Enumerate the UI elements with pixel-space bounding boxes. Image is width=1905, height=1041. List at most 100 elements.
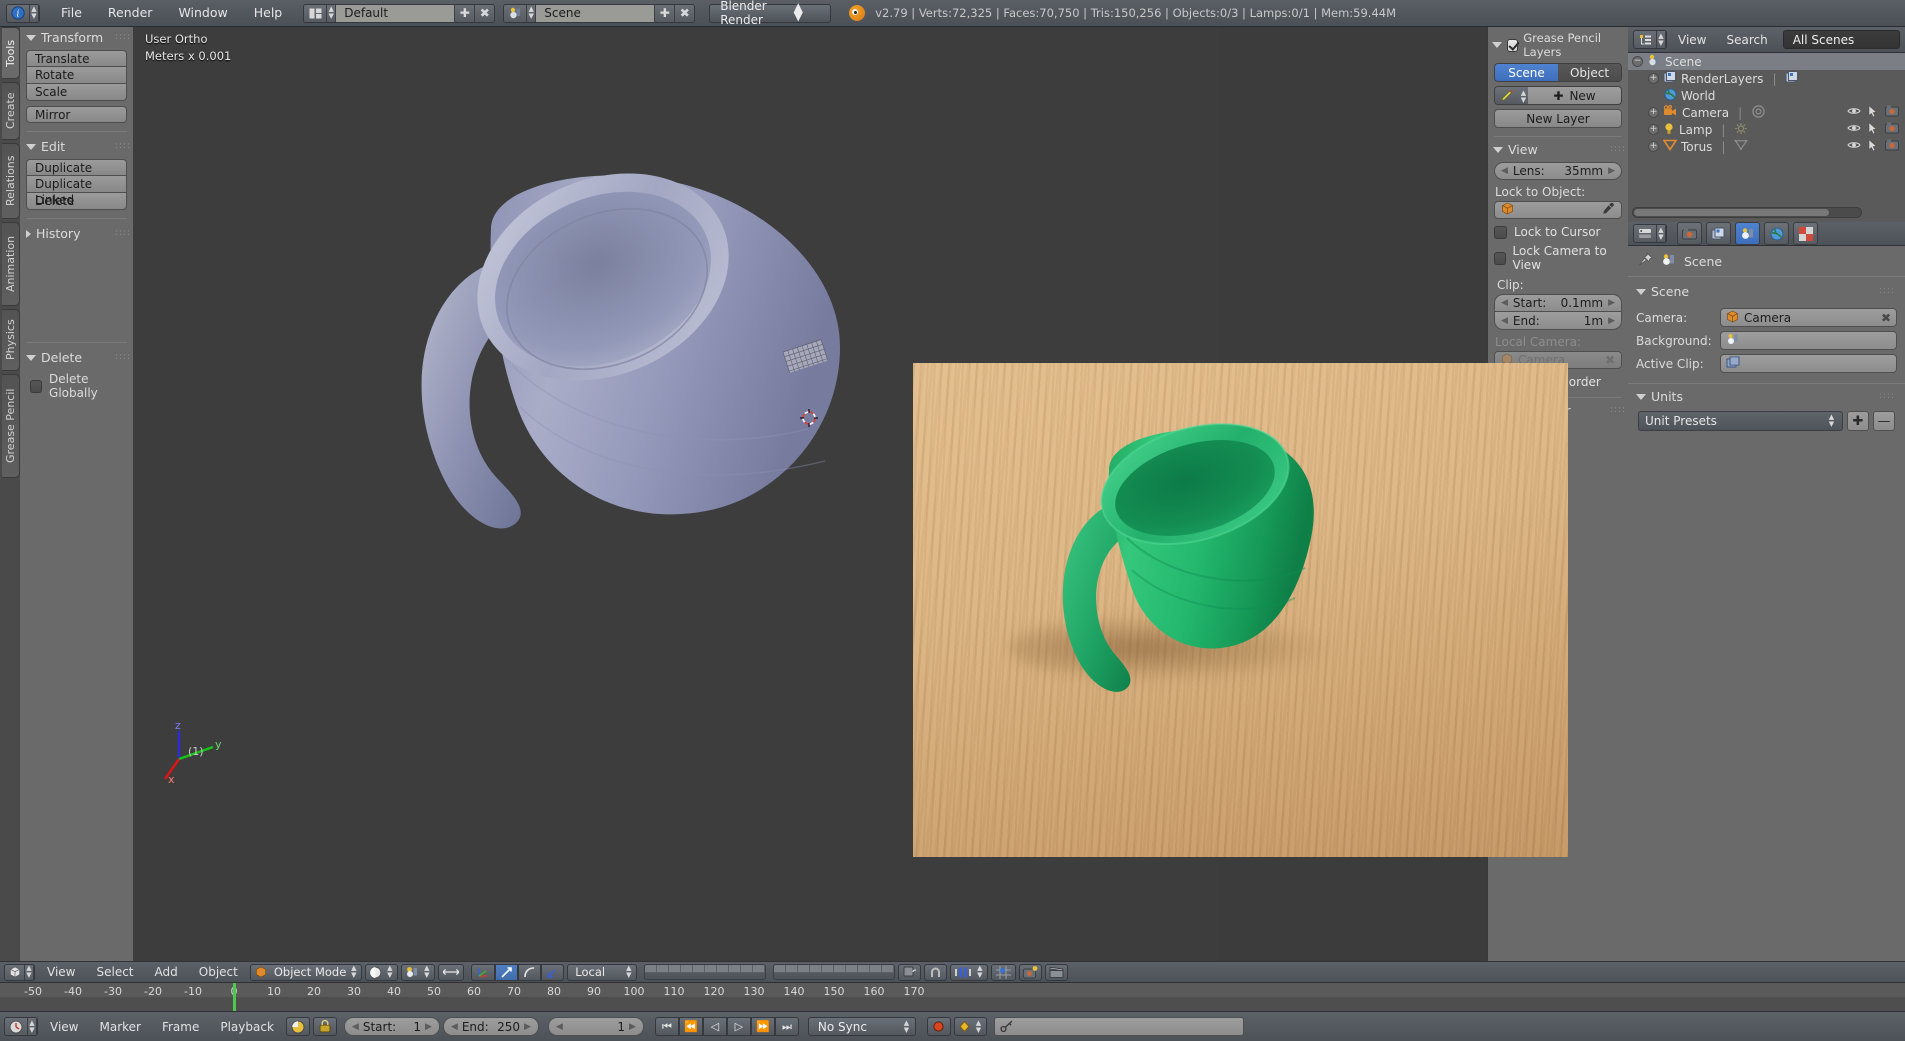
timeline-menu-view[interactable]: View: [41, 1017, 87, 1037]
chevron-updown-icon[interactable]: ▲ ▼: [1519, 87, 1528, 104]
camera-render-icon[interactable]: [1885, 139, 1899, 154]
chevron-right-icon[interactable]: ▶: [1608, 166, 1615, 176]
chevron-left-icon[interactable]: ◀: [1501, 298, 1508, 308]
lamp-data-icon[interactable]: [1734, 122, 1748, 138]
render-active-viewport-button[interactable]: [1019, 963, 1043, 981]
viewport-editor-type-selector[interactable]: ▲ ▼: [4, 963, 35, 981]
tab-animation[interactable]: Animation: [2, 222, 20, 306]
expand-icon[interactable]: +: [1648, 73, 1659, 84]
scene-name-field[interactable]: Scene: [536, 4, 655, 22]
tab-render[interactable]: [1677, 222, 1702, 245]
outliner-row-torus[interactable]: + Torus |: [1628, 138, 1905, 155]
manipulator-rotate[interactable]: [518, 963, 542, 981]
expand-icon[interactable]: +: [1648, 124, 1659, 135]
layer-grid-top[interactable]: [644, 964, 767, 980]
timeline-playhead[interactable]: [233, 983, 236, 1012]
eye-icon[interactable]: [1847, 122, 1861, 137]
tab-world[interactable]: [1764, 222, 1789, 245]
interaction-mode-selector[interactable]: Object Mode ▲ ▼: [249, 963, 363, 981]
screen-layout-selector[interactable]: ▲ ▼ Default ✚ ✖: [303, 3, 496, 23]
button-translate[interactable]: Translate: [26, 50, 127, 67]
outliner-row-world[interactable]: World: [1628, 87, 1905, 104]
snap-element-selector[interactable]: [991, 963, 1017, 981]
outliner-editor-type-selector[interactable]: ▲ ▼: [1633, 30, 1667, 49]
screen-layout-name[interactable]: Default: [336, 4, 455, 22]
menu-help[interactable]: Help: [241, 0, 296, 26]
auto-keyframe-toggle[interactable]: [926, 1017, 951, 1036]
grease-pencil-enable-checkbox[interactable]: [1507, 38, 1519, 52]
layer-grid-bottom[interactable]: [773, 964, 896, 980]
delete-screen-layout-button[interactable]: ✖: [474, 4, 495, 22]
checkbox-lock-to-cursor[interactable]: Lock to Cursor: [1494, 225, 1622, 239]
cursor-arrow-icon[interactable]: [1868, 122, 1878, 137]
camera-render-icon[interactable]: [1885, 122, 1899, 137]
render-opengl-animation-button[interactable]: [1045, 963, 1069, 981]
button-mirror[interactable]: Mirror: [26, 106, 127, 123]
outliner-row-renderlayers[interactable]: + RenderLayers |: [1628, 70, 1905, 87]
drag-grip-icon[interactable]: ::::: [1610, 145, 1626, 154]
scene-selector[interactable]: ▲ ▼ Scene ✚ ✖: [503, 3, 696, 23]
tab-relations[interactable]: Relations: [2, 143, 20, 219]
timeline-ruler[interactable]: -50 -40 -30 -20 -10 0 10 20 30 40 50 60 …: [0, 982, 1905, 1012]
background-field[interactable]: [1720, 331, 1897, 350]
outliner-scope-selector[interactable]: All Scenes: [1782, 30, 1900, 49]
frame-back-button[interactable]: ◁: [702, 1017, 727, 1036]
camera-field[interactable]: Camera ✖: [1720, 308, 1897, 327]
checkbox-lock-camera-to-view[interactable]: Lock Camera to View: [1494, 244, 1622, 272]
tab-scene[interactable]: [1735, 222, 1760, 245]
chevron-right-icon[interactable]: ▶: [1608, 298, 1615, 308]
current-frame-field[interactable]: ◀ 1 ▶: [547, 1017, 644, 1036]
viewport-menu-add[interactable]: Add: [146, 962, 187, 982]
panel-header-transform[interactable]: Transform ::::: [20, 27, 133, 48]
camera-data-icon[interactable]: [1751, 104, 1766, 121]
gp-tab-scene[interactable]: Scene: [1495, 64, 1558, 81]
outliner-row-toggles[interactable]: [1847, 139, 1905, 154]
lock-object-modes-button[interactable]: [898, 963, 922, 981]
chevron-right-icon[interactable]: ▶: [629, 1022, 636, 1032]
button-rotate[interactable]: Rotate: [26, 67, 127, 84]
button-delete[interactable]: Delete: [26, 193, 127, 210]
viewport-menu-object[interactable]: Object: [190, 962, 247, 982]
remove-unit-preset-button[interactable]: —: [1873, 411, 1895, 431]
clip-start-field[interactable]: ◀ Start: 0.1mm ▶: [1494, 294, 1622, 312]
panel-header-grease-pencil-layers[interactable]: Grease Pencil Layers: [1488, 27, 1628, 63]
panel-header-view[interactable]: View ::::: [1488, 139, 1628, 160]
proportional-edit-selector[interactable]: ▲ ▼: [950, 963, 989, 981]
outliner-row-toggles[interactable]: [1847, 122, 1905, 137]
collapse-icon[interactable]: −: [1632, 56, 1643, 67]
frame-forward-button[interactable]: ⏩: [750, 1017, 775, 1036]
keyframe-type-selector[interactable]: ▲ ▼: [953, 1017, 987, 1036]
info-editor-type-selector[interactable]: i ▲ ▼: [6, 3, 40, 23]
delete-scene-button[interactable]: ✖: [674, 4, 695, 22]
button-scale[interactable]: Scale: [26, 84, 127, 101]
chevron-left-icon[interactable]: ◀: [1501, 166, 1508, 176]
timeline-menu-frame[interactable]: Frame: [153, 1017, 208, 1037]
tab-texture[interactable]: [1793, 222, 1818, 245]
mesh-data-icon[interactable]: [1734, 139, 1749, 154]
menu-window[interactable]: Window: [165, 0, 240, 26]
outliner-row-lamp[interactable]: + Lamp |: [1628, 121, 1905, 138]
chevron-left-icon[interactable]: ◀: [1501, 316, 1508, 326]
clear-icon[interactable]: ✖: [1605, 353, 1615, 367]
chevron-left-icon[interactable]: ◀: [556, 1022, 563, 1032]
panel-header-units[interactable]: Units ::::: [1628, 386, 1905, 407]
jump-to-end-button[interactable]: ⏭: [774, 1017, 799, 1036]
unit-presets-dropdown[interactable]: Unit Presets ▲ ▼: [1638, 411, 1843, 431]
use-audio-toggle[interactable]: [285, 1017, 310, 1036]
manipulator-translate[interactable]: [495, 963, 519, 981]
mug-mesh-object[interactable]: [388, 167, 868, 567]
gp-tab-object[interactable]: Object: [1558, 64, 1621, 81]
panel-header-edit[interactable]: Edit ::::: [20, 136, 133, 157]
expand-icon[interactable]: +: [1648, 107, 1659, 118]
button-duplicate[interactable]: Duplicate: [26, 159, 127, 176]
transform-orientation-selector[interactable]: Local ▲ ▼: [567, 963, 638, 981]
tab-tools[interactable]: Tools: [2, 27, 20, 79]
viewport-shading-selector[interactable]: ▲ ▼: [365, 963, 399, 981]
eye-icon[interactable]: [1847, 105, 1861, 120]
button-duplicate-linked[interactable]: Duplicate Linked: [26, 176, 127, 207]
menu-file[interactable]: File: [48, 0, 95, 26]
camera-render-icon[interactable]: [1885, 105, 1899, 120]
clear-icon[interactable]: ✖: [1881, 311, 1891, 325]
add-scene-button[interactable]: ✚: [654, 4, 675, 22]
new-layer-button[interactable]: New Layer: [1494, 109, 1622, 128]
